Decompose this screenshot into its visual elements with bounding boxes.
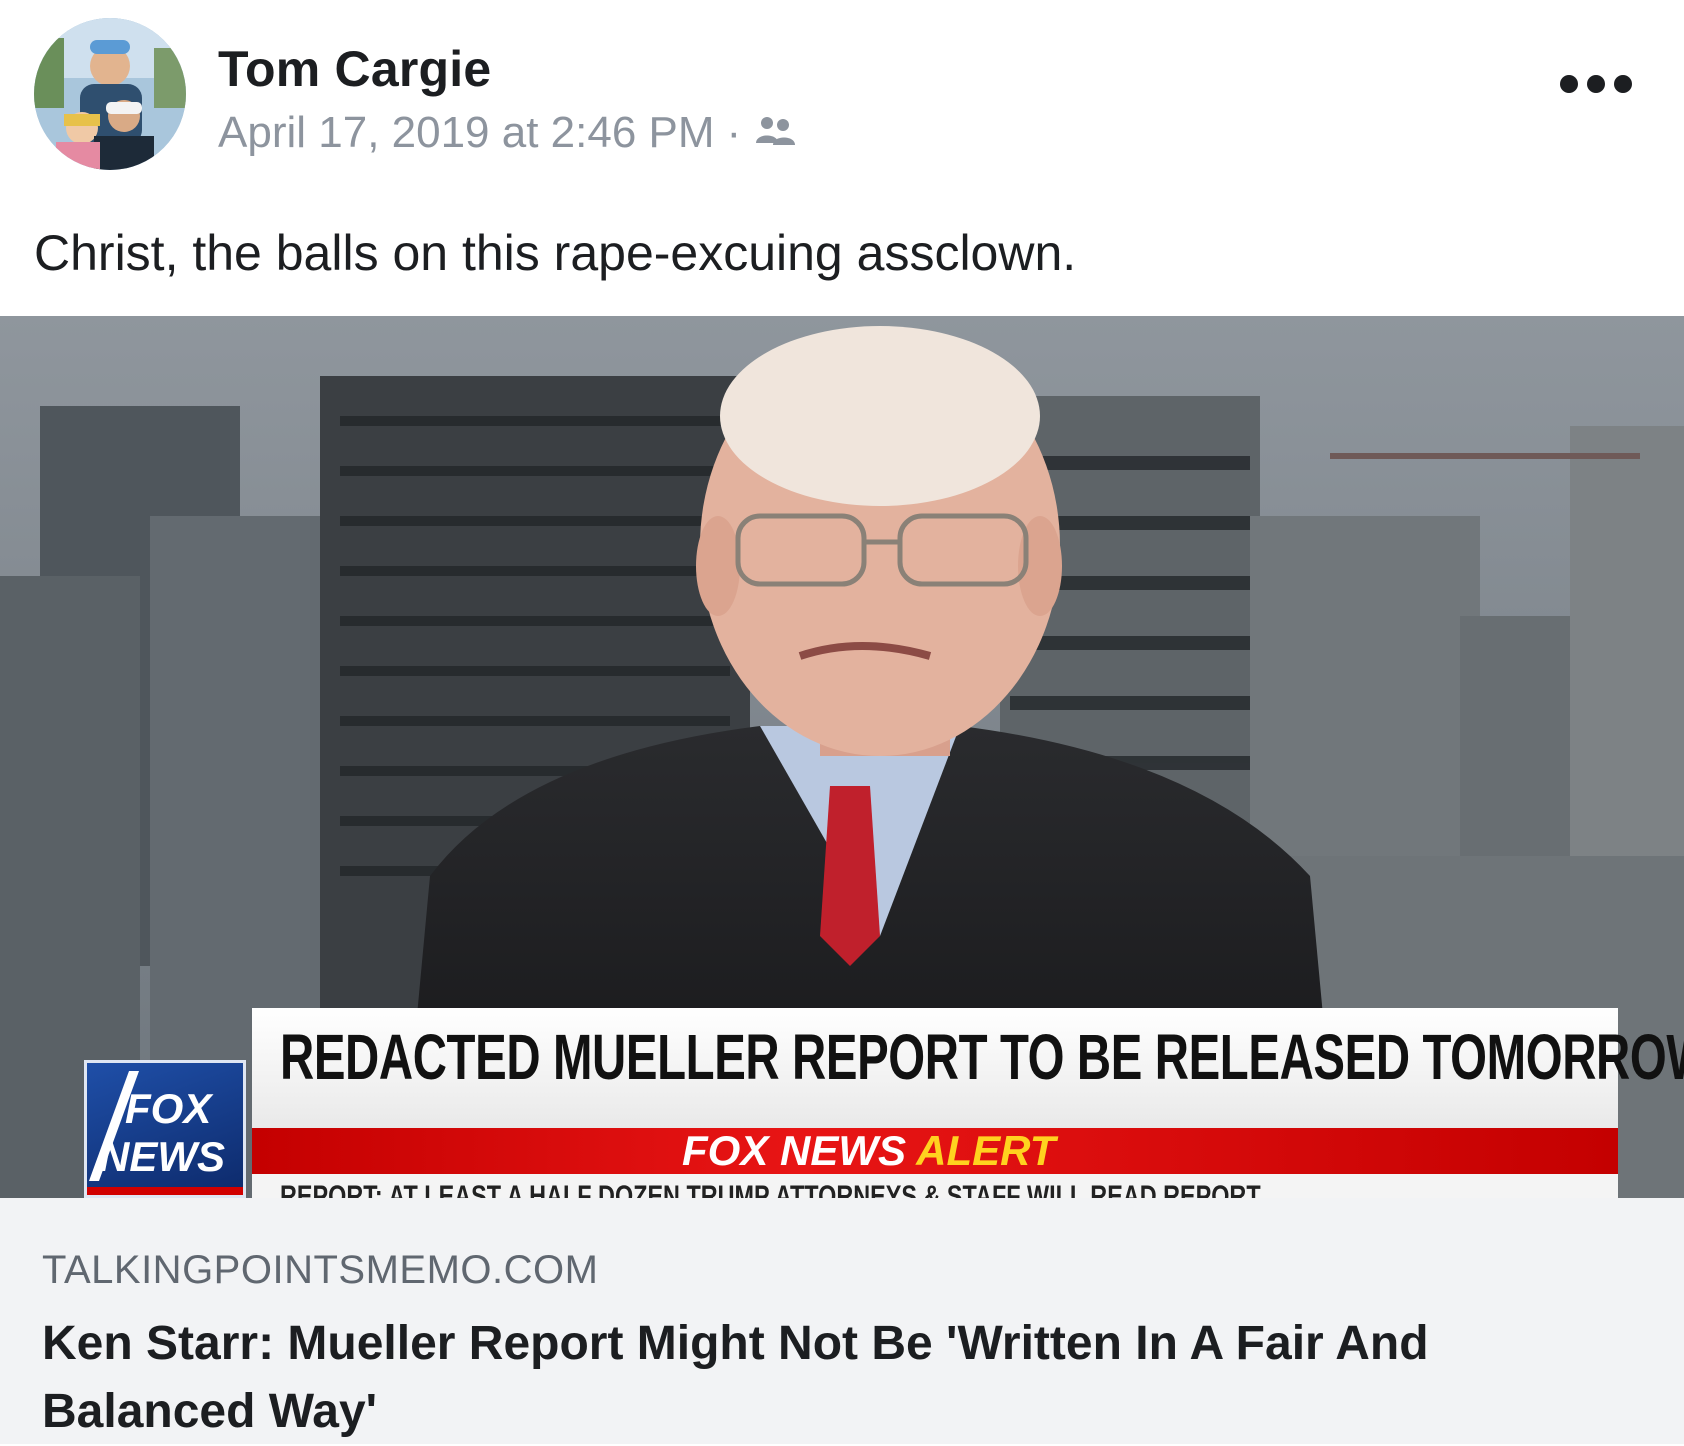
avatar-photo [34,18,186,170]
alert-word: ALERT [916,1127,1056,1174]
post-timestamp[interactable]: April 17, 2019 at 2:46 PM [218,108,715,158]
fox-news-logo: FOX NEWS [84,1060,246,1198]
link-preview-card[interactable]: TALKINGPOINTSMEMO.COM Ken Starr: Mueller… [0,1198,1684,1444]
more-options-icon[interactable] [1560,66,1632,102]
alert-text: FOX NEWS ALERT [682,1128,1055,1174]
ticker-text: REPORT: AT LEAST A HALF DOZEN TRUMP ATTO… [280,1180,1261,1198]
author-avatar[interactable] [34,18,186,170]
meta-separator: · [726,108,742,157]
author-name[interactable]: Tom Cargie [218,40,491,98]
logo-redline [87,1187,243,1195]
more-dot [1560,75,1578,93]
logo-line1: FOX [125,1085,212,1132]
post-image[interactable]: FOX NEWS REDACTED MUELLER REPORT TO BE R… [0,316,1684,1198]
link-title[interactable]: Ken Starr: Mueller Report Might Not Be '… [42,1310,1642,1446]
alert-brand: FOX NEWS [682,1127,907,1174]
friends-icon[interactable] [753,113,799,153]
facebook-post: Tom Cargie April 17, 2019 at 2:46 PM · C… [0,0,1684,1444]
news-chyron: REDACTED MUELLER REPORT TO BE RELEASED T… [252,1008,1684,1198]
post-meta: April 17, 2019 at 2:46 PM · [218,108,799,158]
logo-line2: NEWS [99,1133,225,1180]
chyron-headline: REDACTED MUELLER REPORT TO BE RELEASED T… [280,1021,1684,1093]
more-dot [1614,75,1632,93]
post-message: Christ, the balls on this rape-excuing a… [34,225,1077,281]
link-domain: TALKINGPOINTSMEMO.COM [42,1248,599,1292]
alert-bar: FOX NEWS ALERT [252,1128,1618,1174]
more-dot [1587,75,1605,93]
news-ticker: REPORT: AT LEAST A HALF DOZEN TRUMP ATTO… [252,1174,1618,1198]
